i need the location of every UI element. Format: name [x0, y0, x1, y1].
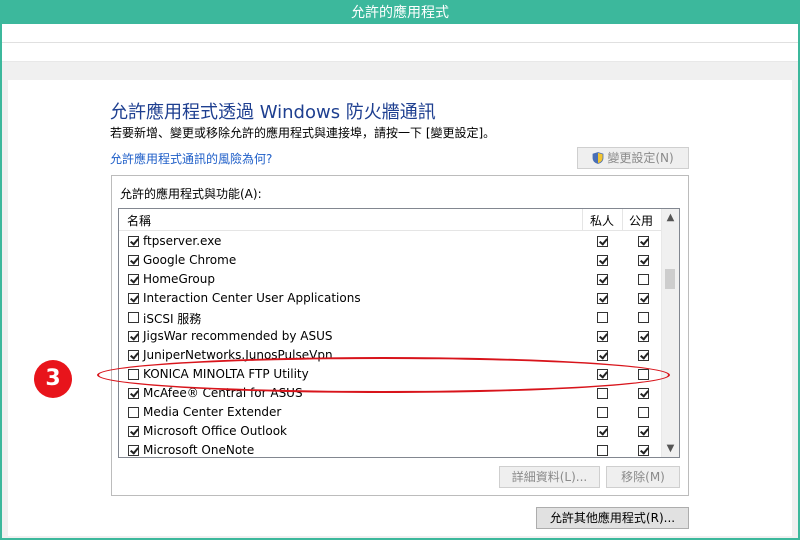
column-name[interactable]: 名稱 [127, 212, 151, 229]
step-number-badge: 3 [34, 360, 72, 398]
change-settings-label: 變更設定(N) [607, 151, 674, 165]
private-checkbox[interactable] [597, 293, 608, 304]
app-name: Microsoft OneNote [143, 443, 255, 457]
allow-other-app-button[interactable]: 允許其他應用程式(R)... [536, 507, 689, 529]
window-title: 允許的應用程式 [2, 2, 798, 24]
list-header: 名稱 私人 公用 [119, 209, 663, 231]
app-row[interactable]: Media Center Extender [119, 403, 663, 422]
page-subtitle: 若要新增、變更或移除允許的應用程式與連接埠，請按一下 [變更設定]。 [110, 126, 496, 140]
private-checkbox[interactable] [597, 407, 608, 418]
apps-list-label: 允許的應用程式與功能(A): [120, 187, 262, 201]
app-name: Interaction Center User Applications [143, 291, 361, 305]
column-private[interactable]: 私人 [590, 212, 614, 229]
public-checkbox[interactable] [638, 236, 649, 247]
app-name: JigsWar recommended by ASUS [143, 329, 333, 343]
scroll-down-icon[interactable]: ▼ [662, 440, 679, 457]
column-public[interactable]: 公用 [629, 212, 653, 229]
public-checkbox[interactable] [638, 388, 649, 399]
app-enabled-checkbox[interactable] [128, 274, 139, 285]
address-bar [2, 24, 798, 43]
private-checkbox[interactable] [597, 445, 608, 456]
shield-icon [592, 152, 604, 164]
public-checkbox[interactable] [638, 331, 649, 342]
remove-button[interactable]: 移除(M) [606, 466, 680, 488]
private-checkbox[interactable] [597, 236, 608, 247]
column-separator [622, 209, 623, 230]
app-name: HomeGroup [143, 272, 215, 286]
scroll-thumb[interactable] [665, 269, 675, 289]
app-enabled-checkbox[interactable] [128, 369, 139, 380]
app-enabled-checkbox[interactable] [128, 407, 139, 418]
private-checkbox[interactable] [597, 369, 608, 380]
scroll-up-icon[interactable]: ▲ [662, 209, 679, 226]
app-enabled-checkbox[interactable] [128, 388, 139, 399]
private-checkbox[interactable] [597, 426, 608, 437]
vertical-scrollbar[interactable]: ▲ ▼ [661, 209, 679, 457]
public-checkbox[interactable] [638, 255, 649, 266]
page-title: 允許應用程式透過 Windows 防火牆通訊 [110, 102, 436, 123]
public-checkbox[interactable] [638, 426, 649, 437]
app-enabled-checkbox[interactable] [128, 350, 139, 361]
app-enabled-checkbox[interactable] [128, 293, 139, 304]
column-separator [582, 209, 583, 230]
private-checkbox[interactable] [597, 331, 608, 342]
app-name: JuniperNetworks.JunosPulseVpn [143, 348, 333, 362]
app-row[interactable]: Interaction Center User Applications [119, 289, 663, 308]
public-checkbox[interactable] [638, 350, 649, 361]
public-checkbox[interactable] [638, 312, 649, 323]
app-row[interactable]: Google Chrome [119, 251, 663, 270]
private-checkbox[interactable] [597, 388, 608, 399]
details-button[interactable]: 詳細資料(L)... [499, 466, 600, 488]
app-row[interactable]: HomeGroup [119, 270, 663, 289]
app-row[interactable]: iSCSI 服務 [119, 308, 663, 327]
app-name: Microsoft Office Outlook [143, 424, 287, 438]
app-name: McAfee® Central for ASUS [143, 386, 303, 400]
public-checkbox[interactable] [638, 445, 649, 456]
app-enabled-checkbox[interactable] [128, 445, 139, 456]
toolbar [2, 43, 798, 62]
app-name: ftpserver.exe [143, 234, 222, 248]
app-row[interactable]: JigsWar recommended by ASUS [119, 327, 663, 346]
risk-link[interactable]: 允許應用程式通訊的風險為何? [110, 150, 272, 167]
public-checkbox[interactable] [638, 274, 649, 285]
app-enabled-checkbox[interactable] [128, 255, 139, 266]
app-row[interactable]: McAfee® Central for ASUS [119, 384, 663, 403]
app-enabled-checkbox[interactable] [128, 331, 139, 342]
public-checkbox[interactable] [638, 293, 649, 304]
apps-list[interactable]: 名稱 私人 公用 ftpserver.exe Google Chrome HomeG… [118, 208, 680, 458]
app-enabled-checkbox[interactable] [128, 236, 139, 247]
public-checkbox[interactable] [638, 369, 649, 380]
app-name: Google Chrome [143, 253, 237, 267]
app-name: Media Center Extender [143, 405, 282, 419]
app-name: iSCSI 服務 [143, 312, 202, 326]
app-row[interactable]: JuniperNetworks.JunosPulseVpn [119, 346, 663, 365]
app-row[interactable]: ftpserver.exe [119, 232, 663, 251]
public-checkbox[interactable] [638, 407, 649, 418]
private-checkbox[interactable] [597, 350, 608, 361]
private-checkbox[interactable] [597, 274, 608, 285]
app-row[interactable]: KONICA MINOLTA FTP Utility [119, 365, 663, 384]
app-enabled-checkbox[interactable] [128, 312, 139, 323]
app-row[interactable]: Microsoft OneNote [119, 441, 663, 457]
app-name: KONICA MINOLTA FTP Utility [143, 367, 309, 381]
change-settings-button[interactable]: 變更設定(N) [577, 147, 689, 169]
private-checkbox[interactable] [597, 312, 608, 323]
app-row[interactable]: Microsoft Office Outlook [119, 422, 663, 441]
private-checkbox[interactable] [597, 255, 608, 266]
app-enabled-checkbox[interactable] [128, 426, 139, 437]
